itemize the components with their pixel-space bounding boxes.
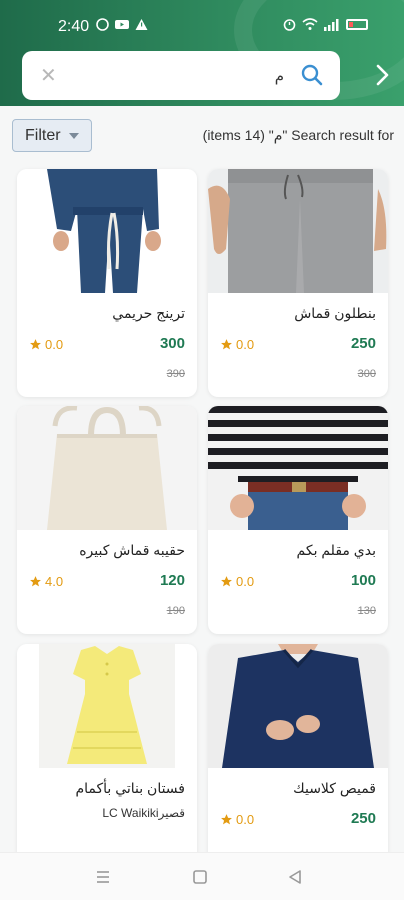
- product-card[interactable]: قميص كلاسيك 250 0.0: [208, 644, 388, 872]
- product-image: [208, 406, 388, 530]
- product-rating: 0.0: [29, 337, 63, 352]
- product-image: [17, 406, 197, 530]
- product-name: حقيبه قماش كبيره: [79, 542, 185, 558]
- warning-icon: [135, 19, 148, 30]
- product-price: 120: [159, 572, 185, 589]
- product-name: فستان بناتي بأكمام: [75, 780, 185, 796]
- product-name: قميص كلاسيك: [293, 780, 376, 796]
- product-rating: 0.0: [220, 812, 254, 827]
- rating-value: 0.0: [236, 574, 255, 589]
- product-old-price: 300: [357, 368, 376, 380]
- rating-value: 0.0: [236, 337, 255, 352]
- star-icon: [30, 576, 41, 587]
- product-price: 300: [159, 335, 185, 352]
- caret-down-icon: [68, 132, 79, 139]
- product-card[interactable]: حقيبه قماش كبيره 120 4.0 190: [17, 406, 197, 634]
- product-rating: 4.0: [29, 574, 63, 589]
- product-old-price: 190: [166, 605, 185, 617]
- battery-low-icon: [346, 19, 368, 30]
- whatsapp-icon: [96, 18, 109, 31]
- product-price: 250: [350, 335, 376, 352]
- product-image: [208, 169, 388, 293]
- product-old-price: 130: [357, 605, 376, 617]
- star-icon: [221, 576, 232, 587]
- star-icon: [221, 339, 232, 350]
- home-square-icon[interactable]: [190, 867, 210, 887]
- alarm-icon: [283, 19, 296, 31]
- youtube-icon: [115, 20, 129, 29]
- product-rating: 0.0: [220, 337, 254, 352]
- product-name: بدي مقلم بكم: [296, 542, 376, 558]
- search-bar[interactable]: ✕ م: [22, 51, 340, 100]
- product-subtitle: قصيرLC Waikiki: [102, 806, 185, 820]
- back-triangle-icon[interactable]: [285, 867, 305, 887]
- signal-icon: [324, 18, 339, 31]
- chevron-right-icon[interactable]: [368, 60, 398, 90]
- product-card[interactable]: بنطلون قماش 250 0.0 300: [208, 169, 388, 397]
- rating-value: 0.0: [45, 337, 64, 352]
- search-icon[interactable]: [300, 63, 324, 87]
- close-icon[interactable]: ✕: [40, 63, 57, 88]
- filter-button[interactable]: Filter: [12, 119, 92, 152]
- product-name: ترينج حريمي: [112, 305, 185, 321]
- star-icon: [221, 814, 232, 825]
- product-price: 100: [350, 572, 376, 589]
- product-rating: 0.0: [220, 574, 254, 589]
- product-card[interactable]: بدي مقلم بكم 100 0.0 130: [208, 406, 388, 634]
- app-header: 2:40 ✕ م: [0, 0, 404, 106]
- product-card[interactable]: فستان بناتي بأكمام قصيرLC Waikiki: [17, 644, 197, 872]
- wifi-icon: [302, 18, 318, 30]
- star-icon: [30, 339, 41, 350]
- rating-value: 4.0: [45, 574, 64, 589]
- status-time: 2:40: [58, 18, 90, 35]
- product-price: 250: [350, 810, 376, 827]
- product-image: [208, 644, 388, 768]
- product-name: بنطلون قماش: [294, 305, 376, 321]
- result-summary: (items 14) "م" Search result for: [202, 127, 394, 143]
- product-image: [17, 169, 197, 293]
- status-bar: 2:40: [0, 0, 404, 44]
- filter-label: Filter: [25, 126, 61, 144]
- product-card[interactable]: ترينج حريمي 300 0.0 390: [17, 169, 197, 397]
- system-nav-bar: [0, 852, 404, 900]
- product-image: [17, 644, 197, 768]
- product-old-price: 390: [166, 368, 185, 380]
- search-input[interactable]: م: [275, 67, 284, 85]
- rating-value: 0.0: [236, 812, 255, 827]
- menu-icon[interactable]: [93, 867, 113, 887]
